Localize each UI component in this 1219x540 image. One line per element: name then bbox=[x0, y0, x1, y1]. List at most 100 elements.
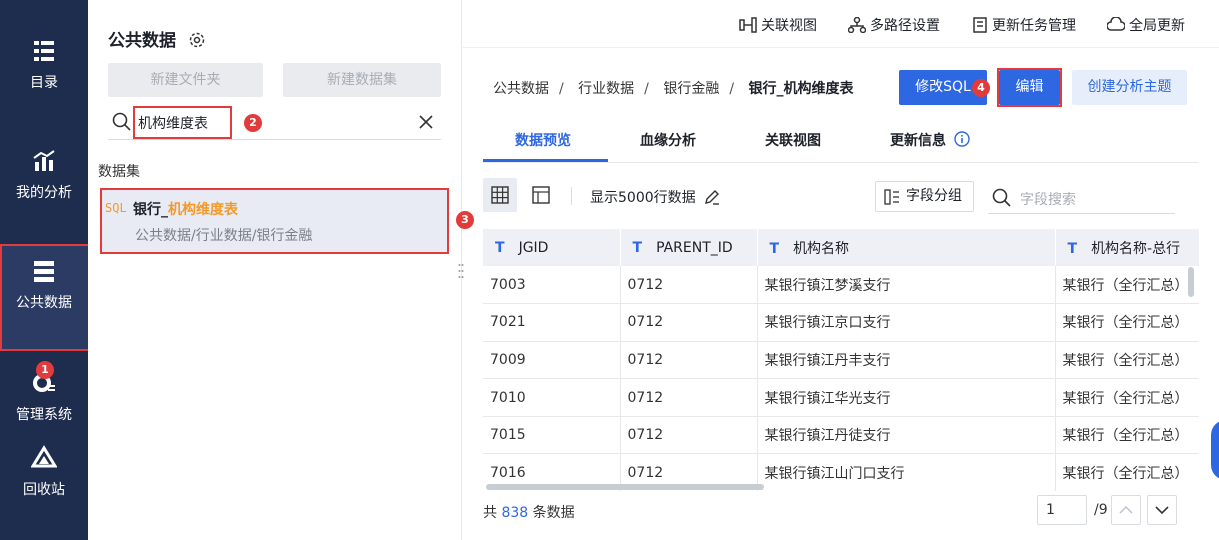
info-icon bbox=[954, 131, 970, 147]
table-cell: 某银行镇江山门口支行 bbox=[757, 453, 1056, 491]
breadcrumb: 公共数据 / 行业数据 / 银行金融 / 银行_机构维度表 bbox=[493, 81, 854, 97]
field-search-input[interactable]: 字段搜索 bbox=[988, 181, 1175, 214]
text-type-icon: T bbox=[769, 240, 780, 257]
horizontal-scrollbar[interactable] bbox=[486, 484, 764, 490]
new-folder-button[interactable]: 新建文件夹 bbox=[108, 63, 263, 97]
table-cell: 某银行镇江华光支行 bbox=[757, 378, 1056, 417]
table-cell: 某银行镇江梦溪支行 bbox=[757, 266, 1056, 305]
field-group-icon bbox=[884, 189, 899, 205]
data-preview-table: T JGID T PARENT_ID T 机构名称 T 机构名称-总行 7003 0712… bbox=[483, 229, 1199, 491]
table-cell: 某银行（全行汇总） bbox=[1055, 341, 1199, 380]
table-cell: 0712 bbox=[620, 303, 758, 342]
show-rows-setting[interactable]: 显示5000行数据 bbox=[590, 187, 720, 207]
multipath-button[interactable]: 多路径设置 bbox=[847, 15, 940, 35]
tab-update-info[interactable]: 更新信息 bbox=[890, 130, 970, 150]
preview-toolbar: 显示5000行数据 字段分组 字段搜索 bbox=[483, 178, 1199, 218]
table-cell: 某银行镇江京口支行 bbox=[757, 303, 1056, 342]
column-header-org-name[interactable]: T 机构名称 bbox=[757, 229, 1056, 266]
nav-item-my-analysis[interactable]: 我的分析 bbox=[0, 148, 88, 202]
text-type-icon: T bbox=[1067, 240, 1078, 257]
grid-view-button[interactable] bbox=[483, 178, 517, 212]
highlight-box-search bbox=[133, 106, 232, 139]
settings-icon[interactable] bbox=[188, 31, 206, 49]
field-search-icon bbox=[992, 188, 1011, 207]
floating-helper-button[interactable] bbox=[1211, 420, 1219, 480]
step-badge-1: 1 bbox=[36, 361, 54, 379]
nav-label-my-analysis: 我的分析 bbox=[16, 185, 72, 201]
nav-item-recycle[interactable]: 回收站 bbox=[0, 445, 88, 499]
column-label: JGID bbox=[518, 239, 549, 256]
field-group-button[interactable]: 字段分组 bbox=[875, 181, 974, 212]
page-input[interactable]: 1 bbox=[1037, 495, 1087, 525]
layout-icon bbox=[532, 186, 550, 204]
table-cell: 某银行（全行汇总） bbox=[1055, 453, 1199, 491]
multipath-icon bbox=[847, 16, 867, 34]
left-nav: 目录 我的分析 公共数据 管理系统 1 回收站 bbox=[0, 0, 90, 540]
panel-title: 公共数据 bbox=[108, 26, 206, 51]
toolbar-divider bbox=[571, 187, 572, 205]
vertical-scrollbar[interactable] bbox=[1188, 267, 1194, 297]
page-total: /9 bbox=[1094, 502, 1108, 518]
text-type-icon: T bbox=[632, 239, 643, 256]
main-content: 关联视图 多路径设置 更新任务管理 全局更新 公共数据 / 行业数据 / 银行金… bbox=[463, 0, 1219, 540]
clear-icon[interactable] bbox=[419, 115, 433, 129]
row-count-prefix: 共 bbox=[483, 505, 497, 521]
search-icon bbox=[112, 112, 131, 131]
tab-lineage[interactable]: 血缘分析 bbox=[640, 130, 696, 150]
table-cell: 某银行镇江丹丰支行 bbox=[757, 341, 1056, 380]
recycle-icon bbox=[31, 445, 57, 468]
table-row: 7003 0712 某银行镇江梦溪支行 某银行（全行汇总） bbox=[483, 266, 1199, 305]
top-toolbar: 关联视图 多路径设置 更新任务管理 全局更新 bbox=[463, 0, 1219, 48]
data-table: T JGID T PARENT_ID T 机构名称 T 机构名称-总行 7003 0712… bbox=[483, 229, 1199, 491]
multipath-label: 多路径设置 bbox=[870, 18, 940, 34]
breadcrumb-item-1[interactable]: 公共数据 bbox=[493, 81, 549, 97]
table-cell: 0712 bbox=[620, 378, 758, 417]
table-cell: 7010 bbox=[483, 378, 621, 417]
breadcrumb-current: 银行_机构维度表 bbox=[748, 81, 854, 97]
tab-link-view[interactable]: 关联视图 bbox=[765, 130, 821, 150]
cloud-refresh-icon bbox=[1106, 16, 1126, 31]
task-manager-label: 更新任务管理 bbox=[992, 18, 1076, 34]
highlight-box-edit bbox=[997, 68, 1062, 107]
table-row: 7015 0712 某银行镇江丹徒支行 某银行（全行汇总） bbox=[483, 416, 1199, 455]
column-header-parent-id[interactable]: T PARENT_ID bbox=[620, 229, 758, 266]
table-cell: 7009 bbox=[483, 341, 621, 380]
step-badge-4: 4 bbox=[972, 79, 990, 97]
next-page-button[interactable] bbox=[1147, 495, 1177, 525]
column-label: 机构名称-总行 bbox=[1091, 240, 1181, 257]
global-update-label: 全局更新 bbox=[1129, 18, 1185, 34]
table-row: 7021 0712 某银行镇江京口支行 某银行（全行汇总） bbox=[483, 303, 1199, 342]
link-view-button[interactable]: 关联视图 bbox=[739, 15, 817, 35]
row-count: 共 838 条数据 bbox=[483, 502, 575, 522]
field-group-label: 字段分组 bbox=[906, 188, 962, 204]
global-update-button[interactable]: 全局更新 bbox=[1106, 15, 1185, 35]
section-datasets: 数据集 bbox=[98, 164, 140, 180]
column-label: PARENT_ID bbox=[656, 239, 733, 256]
prev-page-button[interactable] bbox=[1111, 495, 1141, 525]
active-tab-indicator bbox=[483, 159, 608, 162]
column-header-jgid[interactable]: T JGID bbox=[483, 229, 621, 266]
table-cell: 7021 bbox=[483, 303, 621, 342]
task-manager-button[interactable]: 更新任务管理 bbox=[972, 15, 1076, 35]
table-cell: 某银行镇江丹徒支行 bbox=[757, 416, 1056, 455]
table-row: 7009 0712 某银行镇江丹丰支行 某银行（全行汇总） bbox=[483, 341, 1199, 380]
breadcrumb-item-3[interactable]: 银行金融 bbox=[663, 81, 719, 97]
table-cell: 0712 bbox=[620, 416, 758, 455]
table-cell: 某银行（全行汇总） bbox=[1055, 378, 1199, 417]
column-header-org-name-hq[interactable]: T 机构名称-总行 bbox=[1055, 229, 1199, 266]
table-cell: 7003 bbox=[483, 266, 621, 305]
tab-data-preview[interactable]: 数据预览 bbox=[515, 130, 571, 150]
breadcrumb-item-2[interactable]: 行业数据 bbox=[578, 81, 634, 97]
panel-title-text: 公共数据 bbox=[108, 31, 176, 51]
table-cell: 7015 bbox=[483, 416, 621, 455]
nav-label-recycle: 回收站 bbox=[23, 482, 65, 498]
nav-item-catalog[interactable]: 目录 bbox=[0, 38, 88, 92]
nav-label-admin: 管理系统 bbox=[16, 407, 72, 423]
new-dataset-button[interactable]: 新建数据集 bbox=[283, 63, 441, 97]
link-view-label: 关联视图 bbox=[761, 18, 817, 34]
layout-view-button[interactable] bbox=[524, 178, 558, 212]
create-topic-button[interactable]: 创建分析主题 bbox=[1072, 70, 1187, 105]
dataset-panel: 公共数据 新建文件夹 新建数据集 机构维度表 2 数据集 SQL 银行_机构维度… bbox=[88, 0, 474, 540]
analysis-icon bbox=[33, 150, 55, 171]
chevron-up-icon bbox=[1119, 505, 1133, 514]
